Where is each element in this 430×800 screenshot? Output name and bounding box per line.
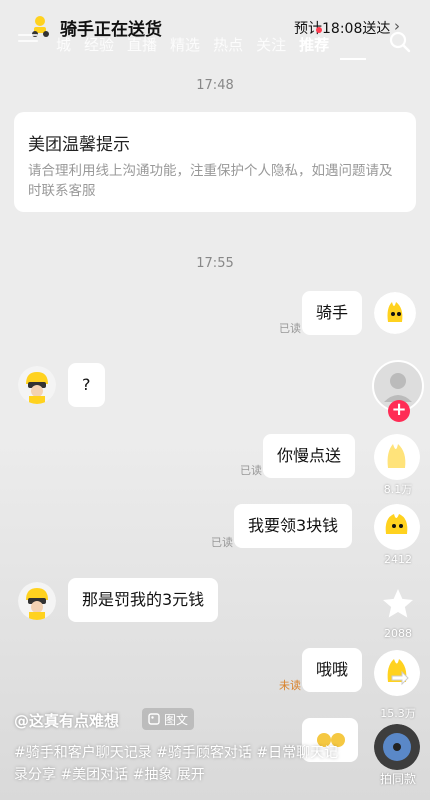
rider-avatar[interactable]: [18, 582, 56, 620]
message-bubble-received[interactable]: 那是罚我的3元钱: [68, 578, 219, 622]
message-bubble-sent[interactable]: 骑手: [302, 291, 363, 335]
message-bubble-sent[interactable]: 哦哦: [302, 648, 363, 692]
music-disc-icon[interactable]: [374, 724, 420, 770]
same-style-label[interactable]: 拍同款: [368, 770, 428, 787]
message-bubble-sent[interactable]: 你慢点送: [263, 434, 356, 478]
tab-recommended[interactable]: 推荐: [299, 34, 329, 55]
image-icon: [148, 713, 160, 725]
rider-avatar[interactable]: [18, 366, 56, 404]
favorite-star-icon[interactable]: [380, 586, 416, 622]
notice-card: 美团温馨提示 请合理利用线上沟通功能，注重保护个人隐私，如遇问题请及时联系客服: [14, 112, 416, 212]
share-count: 15.3万: [380, 707, 416, 720]
menu-icon[interactable]: [18, 34, 38, 48]
like-icon[interactable]: [374, 434, 420, 480]
like-count: 8.1万: [383, 483, 413, 496]
post-type-label: 图文: [164, 712, 189, 727]
search-icon[interactable]: [388, 30, 412, 54]
notice-title: 美团温馨提示: [28, 135, 130, 155]
share-icon[interactable]: [374, 650, 420, 696]
timestamp: 17:55: [196, 256, 234, 271]
post-type-badge: 图文: [142, 708, 195, 730]
unread-status: 未读: [279, 679, 301, 692]
follow-plus-icon[interactable]: +: [388, 400, 410, 422]
tab-live[interactable]: 直播: [127, 34, 157, 55]
notification-dot: [316, 27, 322, 33]
author-name[interactable]: @这真有点难想: [14, 710, 119, 731]
read-status: 已读: [211, 536, 233, 549]
read-status: 已读: [240, 464, 262, 477]
tab-following[interactable]: 关注: [256, 34, 286, 55]
tab-experience[interactable]: 经验: [84, 34, 114, 55]
feed-tabs: 城 经验 直播 精选 热点 关注 推荐: [56, 34, 342, 55]
tab-featured[interactable]: 精选: [170, 34, 200, 55]
timestamp: 17:48: [196, 78, 234, 93]
tab-city[interactable]: 城: [56, 34, 71, 55]
read-status: 已读: [279, 322, 301, 335]
message-bubble-received[interactable]: ?: [68, 363, 105, 407]
customer-avatar[interactable]: [374, 292, 416, 334]
favorite-count: 2088: [384, 627, 412, 640]
post-caption[interactable]: #骑手和客户聊天记录 #骑手顾客对话 #日常聊天记录分享 #美团对话 #抽象 展…: [14, 742, 344, 786]
tab-trending[interactable]: 热点: [213, 34, 243, 55]
comment-icon[interactable]: [374, 504, 420, 550]
comment-count: 2412: [384, 553, 412, 566]
notice-body: 请合理利用线上沟通功能，注重保护个人隐私，如遇问题请及时联系客服: [28, 163, 393, 199]
active-tab-indicator: [340, 58, 366, 60]
message-bubble-sent[interactable]: 我要领3块钱: [234, 504, 353, 548]
